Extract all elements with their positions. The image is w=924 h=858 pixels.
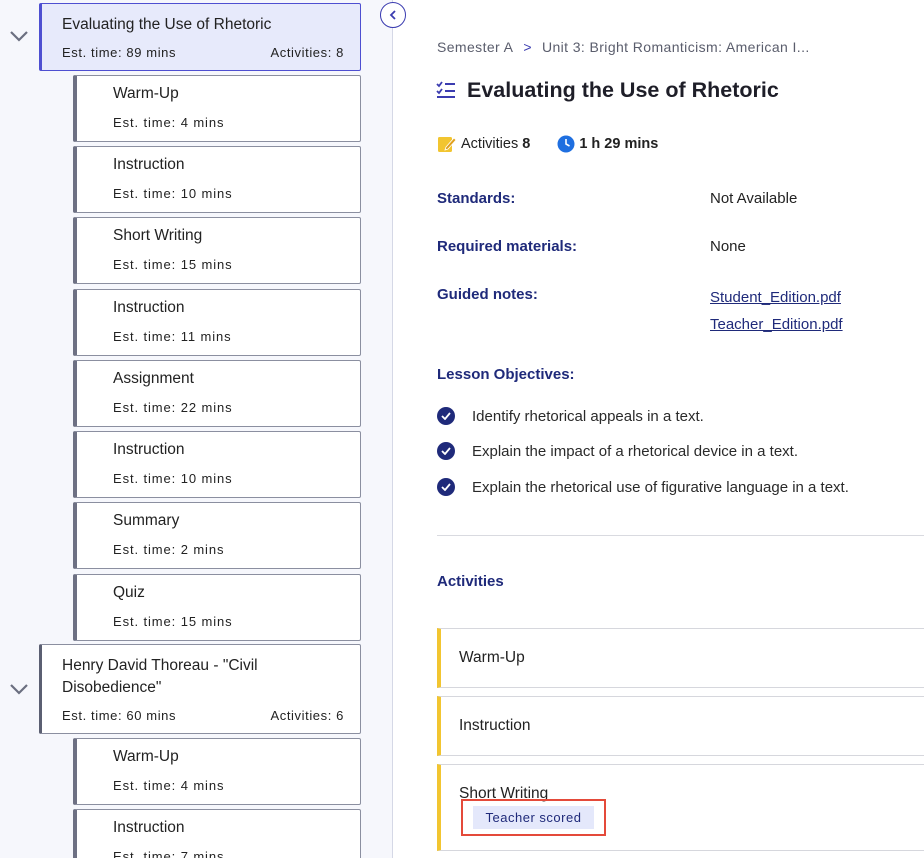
lesson-title: Evaluating the Use of Rhetoric xyxy=(62,16,272,33)
lesson-est-time: Est. time: 60 mins xyxy=(62,708,177,723)
lesson-est-time: Est. time: 89 mins xyxy=(62,45,177,60)
lesson-activity-count: Activities: 8 xyxy=(270,45,344,60)
breadcrumb-unit[interactable]: Unit 3: Bright Romanticism: American I..… xyxy=(542,39,810,55)
check-circle-icon xyxy=(437,407,455,425)
activity-title: Warm-Up xyxy=(113,85,179,102)
lesson-activity-count: Activities: 6 xyxy=(270,708,344,723)
activity-title: Quiz xyxy=(113,584,145,601)
activity-time: Est. time: 22 mins xyxy=(113,400,233,415)
clock-icon xyxy=(557,135,575,153)
section-divider xyxy=(437,535,924,536)
sidebar-activity-instruction[interactable]: Instruction Est. time: 7 mins xyxy=(73,809,361,858)
sidebar-activity-assignment[interactable]: Assignment Est. time: 22 mins xyxy=(73,360,361,427)
activity-title: Assignment xyxy=(113,370,194,387)
activities-heading: Activities xyxy=(437,573,504,590)
standards-label: Standards: xyxy=(437,190,516,207)
activity-card-warm-up[interactable]: Warm-Up xyxy=(437,628,924,688)
activity-time: Est. time: 7 mins xyxy=(113,849,225,858)
breadcrumb-semester[interactable]: Semester A xyxy=(437,39,513,55)
lesson-sidebar: Evaluating the Use of Rhetoric Est. time… xyxy=(0,0,393,858)
activity-title: Instruction xyxy=(113,299,185,316)
lesson-stats: Activities 8 1 h 29 mins xyxy=(437,135,658,153)
sidebar-activity-instruction-3[interactable]: Instruction Est. time: 10 mins xyxy=(73,431,361,498)
lesson-item-civil-disobedience[interactable]: Henry David Thoreau - "Civil Disobedienc… xyxy=(39,644,361,734)
activity-title: Instruction xyxy=(113,819,185,836)
activity-time: Est. time: 15 mins xyxy=(113,614,233,629)
activity-time: Est. time: 10 mins xyxy=(113,186,233,201)
objective-item: Identify rhetorical appeals in a text. xyxy=(437,407,704,425)
guided-notes-label: Guided notes: xyxy=(437,286,538,303)
activity-card-title: Warm-Up xyxy=(459,649,525,666)
teacher-scored-badge-highlight: Teacher scored xyxy=(461,799,606,836)
activity-title: Instruction xyxy=(113,441,185,458)
teacher-edition-link[interactable]: Teacher_Edition.pdf xyxy=(710,316,843,333)
lesson-objectives-label: Lesson Objectives: xyxy=(437,366,575,383)
lesson-title: Henry David Thoreau - "Civil Disobedienc… xyxy=(62,657,258,696)
sidebar-activity-summary[interactable]: Summary Est. time: 2 mins xyxy=(73,502,361,569)
activity-time: Est. time: 10 mins xyxy=(113,471,233,486)
objective-text: Explain the impact of a rhetorical devic… xyxy=(472,442,799,460)
collapse-sidebar-button[interactable] xyxy=(380,2,406,28)
lesson-meta: Est. time: 89 mins Activities: 8 xyxy=(62,45,344,60)
lesson-detail: Semester A > Unit 3: Bright Romanticism: A… xyxy=(393,0,924,858)
activity-title: Short Writing xyxy=(113,227,203,244)
sidebar-activity-instruction[interactable]: Instruction Est. time: 10 mins xyxy=(73,146,361,213)
activities-label: Activities xyxy=(461,136,519,152)
pencil-note-icon xyxy=(438,137,457,152)
check-circle-icon xyxy=(437,442,455,460)
breadcrumb: Semester A > Unit 3: Bright Romanticism: A… xyxy=(437,39,810,55)
objective-item: Explain the rhetorical use of figurative… xyxy=(437,478,849,496)
sidebar-activity-short-writing[interactable]: Short Writing Est. time: 15 mins xyxy=(73,217,361,284)
activity-title: Instruction xyxy=(113,156,185,173)
activity-time: Est. time: 4 mins xyxy=(113,778,225,793)
standards-value: Not Available xyxy=(710,190,798,207)
chevron-down-icon[interactable] xyxy=(9,29,29,43)
sidebar-activity-warm-up[interactable]: Warm-Up Est. time: 4 mins xyxy=(73,738,361,805)
page-title: Evaluating the Use of Rhetoric xyxy=(467,78,779,102)
activity-time: Est. time: 15 mins xyxy=(113,257,233,272)
lesson-duration: 1 h 29 mins xyxy=(579,136,659,152)
activity-time: Est. time: 2 mins xyxy=(113,542,225,557)
activity-card-instruction[interactable]: Instruction xyxy=(437,696,924,756)
objective-text: Identify rhetorical appeals in a text. xyxy=(472,407,704,425)
activity-title: Warm-Up xyxy=(113,748,179,765)
breadcrumb-separator: > xyxy=(523,39,532,55)
activity-time: Est. time: 4 mins xyxy=(113,115,225,130)
activity-title: Summary xyxy=(113,512,180,529)
student-edition-link[interactable]: Student_Edition.pdf xyxy=(710,289,841,306)
objective-text: Explain the rhetorical use of figurative… xyxy=(472,478,849,496)
sidebar-activity-instruction-2[interactable]: Instruction Est. time: 11 mins xyxy=(73,289,361,356)
sidebar-activity-quiz[interactable]: Quiz Est. time: 15 mins xyxy=(73,574,361,641)
materials-value: None xyxy=(710,238,746,255)
materials-label: Required materials: xyxy=(437,238,578,255)
objective-item: Explain the impact of a rhetorical devic… xyxy=(437,442,798,460)
chevron-left-icon xyxy=(389,10,396,20)
sidebar-activity-warm-up[interactable]: Warm-Up Est. time: 4 mins xyxy=(73,75,361,142)
check-circle-icon xyxy=(437,478,455,496)
teacher-scored-badge: Teacher scored xyxy=(472,806,595,829)
activities-count: 8 xyxy=(522,136,531,152)
activity-time: Est. time: 11 mins xyxy=(113,329,232,344)
chevron-down-icon[interactable] xyxy=(9,682,29,696)
checklist-icon xyxy=(436,81,455,98)
activity-card-title: Instruction xyxy=(459,717,531,734)
lesson-item-evaluating-rhetoric[interactable]: Evaluating the Use of Rhetoric Est. time… xyxy=(39,3,361,71)
lesson-meta: Est. time: 60 mins Activities: 6 xyxy=(62,708,344,723)
activity-card-short-writing[interactable]: Short Writing Teacher scored xyxy=(437,764,924,851)
